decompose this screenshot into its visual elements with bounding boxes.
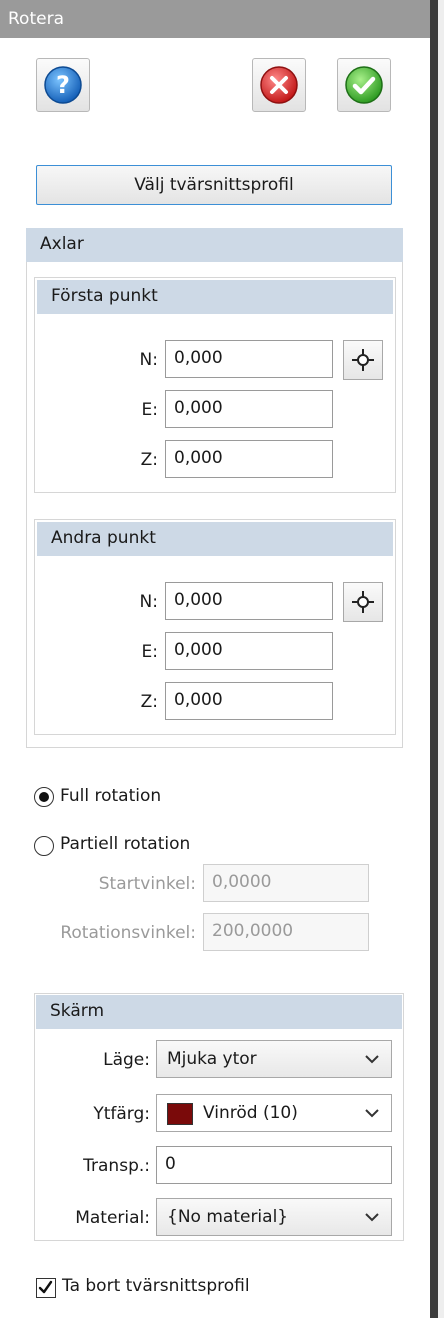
material-value: {No material} [167, 1207, 289, 1227]
axes-header: Axlar [26, 228, 403, 262]
start-angle-label: Startvinkel: [98, 874, 196, 894]
material-select[interactable]: {No material} [156, 1198, 392, 1236]
chevron-down-icon [365, 1109, 379, 1118]
ok-icon [345, 66, 383, 104]
first-n-label: N: [139, 350, 158, 370]
transp-label: Transp.: [83, 1156, 150, 1176]
first-point-pick-button[interactable] [343, 340, 383, 380]
cancel-button[interactable] [252, 58, 306, 112]
crosshair-icon [352, 349, 374, 371]
first-n-field[interactable]: 0,000 [165, 340, 333, 378]
select-profile-button[interactable]: Välj tvärsnittsprofil [36, 165, 392, 205]
remove-profile-checkbox[interactable] [36, 1278, 56, 1298]
panel-edge-light [438, 0, 444, 1318]
help-icon: ? [44, 66, 82, 104]
second-z-field[interactable]: 0,000 [165, 682, 333, 720]
surface-color-label: Ytfärg: [93, 1104, 150, 1124]
second-point-header: Andra punkt [37, 522, 393, 556]
first-z-field[interactable]: 0,000 [165, 440, 333, 478]
display-header: Skärm [36, 995, 402, 1029]
surface-color-value: Vinröd (10) [203, 1103, 298, 1123]
full-rotation-radio[interactable] [34, 787, 54, 807]
second-n-field[interactable]: 0,000 [165, 582, 333, 620]
first-z-label: Z: [140, 450, 158, 470]
rotation-angle-field[interactable]: 200,0000 [203, 913, 369, 951]
dialog-title: Rotera [0, 0, 430, 38]
remove-profile-label[interactable]: Ta bort tvärsnittsprofil [62, 1276, 250, 1296]
svg-text:?: ? [56, 71, 70, 99]
crosshair-icon [352, 591, 374, 613]
chevron-down-icon [365, 1055, 379, 1064]
second-z-label: Z: [140, 692, 158, 712]
partial-rotation-radio[interactable] [34, 836, 54, 856]
material-label: Material: [75, 1208, 150, 1228]
first-e-label: E: [141, 400, 158, 420]
first-point-header: Första punkt [37, 280, 393, 314]
first-e-field[interactable]: 0,000 [165, 390, 333, 428]
checkmark-icon [38, 1280, 53, 1294]
second-n-label: N: [139, 592, 158, 612]
start-angle-field[interactable]: 0,0000 [203, 864, 369, 902]
mode-label: Läge: [103, 1050, 150, 1070]
panel-edge [430, 0, 438, 1318]
mode-value: Mjuka ytor [167, 1049, 257, 1069]
cancel-icon [260, 66, 298, 104]
rotation-angle-label: Rotationsvinkel: [60, 923, 196, 943]
transp-field[interactable]: 0 [156, 1146, 392, 1184]
second-e-field[interactable]: 0,000 [165, 632, 333, 670]
mode-select[interactable]: Mjuka ytor [156, 1040, 392, 1078]
second-e-label: E: [141, 642, 158, 662]
chevron-down-icon [365, 1213, 379, 1222]
ok-button[interactable] [337, 58, 391, 112]
full-rotation-label[interactable]: Full rotation [60, 786, 161, 806]
second-point-pick-button[interactable] [343, 582, 383, 622]
surface-color-select[interactable]: Vinröd (10) [156, 1094, 392, 1132]
color-swatch [167, 1103, 193, 1125]
help-button[interactable]: ? [36, 58, 90, 112]
partial-rotation-label[interactable]: Partiell rotation [60, 834, 190, 854]
